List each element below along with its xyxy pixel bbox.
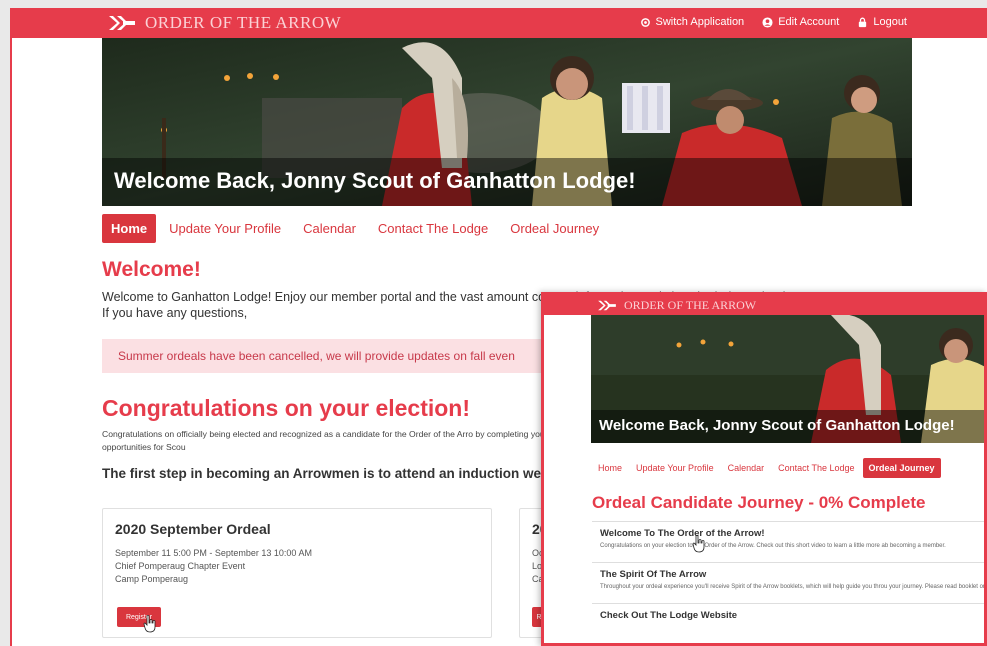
switch-application-label: Switch Application: [655, 16, 745, 28]
preview-tab-ordeal-journey[interactable]: Ordeal Journey: [862, 458, 941, 478]
preview-tab-contact-lodge[interactable]: Contact The Lodge: [772, 458, 860, 478]
preview-brand-name: ORDER OF THE ARROW: [624, 298, 757, 312]
switch-icon: [640, 17, 650, 27]
preview-tab-update-profile[interactable]: Update Your Profile: [630, 458, 720, 478]
brand-name: ORDER OF THE ARROW: [145, 13, 342, 32]
tab-contact-lodge[interactable]: Contact The Lodge: [369, 214, 497, 243]
switch-application-link[interactable]: Switch Application: [640, 16, 745, 28]
preview-brand[interactable]: ORDER OF THE ARROW: [596, 298, 756, 313]
tab-calendar[interactable]: Calendar: [294, 214, 365, 243]
preview-hero-caption: Welcome Back, Jonny Scout of Ganhatton L…: [591, 410, 984, 443]
preview-hero-banner: Welcome Back, Jonny Scout of Ganhatton L…: [591, 315, 984, 443]
journey-step-desc: Throughout your ordeal experience you'll…: [600, 584, 987, 590]
event-location: Camp Pomperaug: [115, 574, 189, 584]
edit-account-label: Edit Account: [778, 16, 840, 28]
event-card: 2020 September Ordeal September 11 5:00 …: [102, 508, 492, 638]
lock-icon: [859, 17, 867, 27]
arrow-logo-icon: [109, 16, 135, 30]
logout-link[interactable]: Logout: [857, 16, 907, 28]
welcome-heading: Welcome!: [102, 258, 201, 281]
journey-step-title: The Spirit Of The Arrow: [600, 569, 707, 580]
tab-update-profile[interactable]: Update Your Profile: [160, 214, 290, 243]
journey-step-desc: Congratulations on your election to the …: [600, 543, 946, 549]
tab-ordeal-journey[interactable]: Ordeal Journey: [501, 214, 608, 243]
top-navbar: ORDER OF THE ARROW Switch Application Ed…: [12, 8, 987, 38]
preview-top-navbar: ORDER OF THE ARROW: [544, 295, 984, 315]
arrow-logo-icon: [598, 300, 616, 311]
account-icon: [762, 16, 773, 28]
main-tabs: Home Update Your Profile Calendar Contac…: [102, 214, 608, 243]
hand-cursor-icon: [692, 535, 705, 553]
account-nav: Switch Application Edit Account Logout: [640, 16, 907, 28]
preview-tab-home[interactable]: Home: [592, 458, 628, 478]
preview-tab-calendar[interactable]: Calendar: [722, 458, 771, 478]
journey-title: Ordeal Candidate Journey - 0% Complete: [592, 493, 926, 512]
ordeal-journey-preview: ORDER OF THE ARROW Welcome Back, Jonny S…: [541, 292, 987, 646]
journey-steps: Welcome To The Order of the Arrow! Congr…: [592, 521, 987, 643]
event-datetime: September 11 5:00 PM - September 13 10:0…: [115, 548, 312, 558]
journey-step[interactable]: The Spirit Of The Arrow Throughout your …: [592, 562, 987, 603]
event-title: 2020 September Ordeal: [115, 521, 271, 537]
preview-tabs: Home Update Your Profile Calendar Contac…: [592, 458, 941, 478]
journey-step[interactable]: Check Out The Lodge Website: [592, 603, 984, 643]
journey-step-title: Welcome To The Order of the Arrow!: [600, 528, 765, 539]
logout-label: Logout: [873, 16, 907, 28]
hero-banner: Welcome Back, Jonny Scout of Ganhatton L…: [102, 38, 912, 206]
event-chapter: Chief Pomperaug Chapter Event: [115, 561, 246, 571]
journey-step[interactable]: Welcome To The Order of the Arrow! Congr…: [592, 521, 984, 562]
brand[interactable]: ORDER OF THE ARROW: [107, 12, 341, 34]
edit-account-link[interactable]: Edit Account: [762, 16, 839, 28]
journey-step-title: Check Out The Lodge Website: [600, 610, 738, 621]
tab-home[interactable]: Home: [102, 214, 157, 243]
hero-caption: Welcome Back, Jonny Scout of Ganhatton L…: [102, 158, 912, 206]
hand-cursor-icon: [143, 615, 156, 633]
